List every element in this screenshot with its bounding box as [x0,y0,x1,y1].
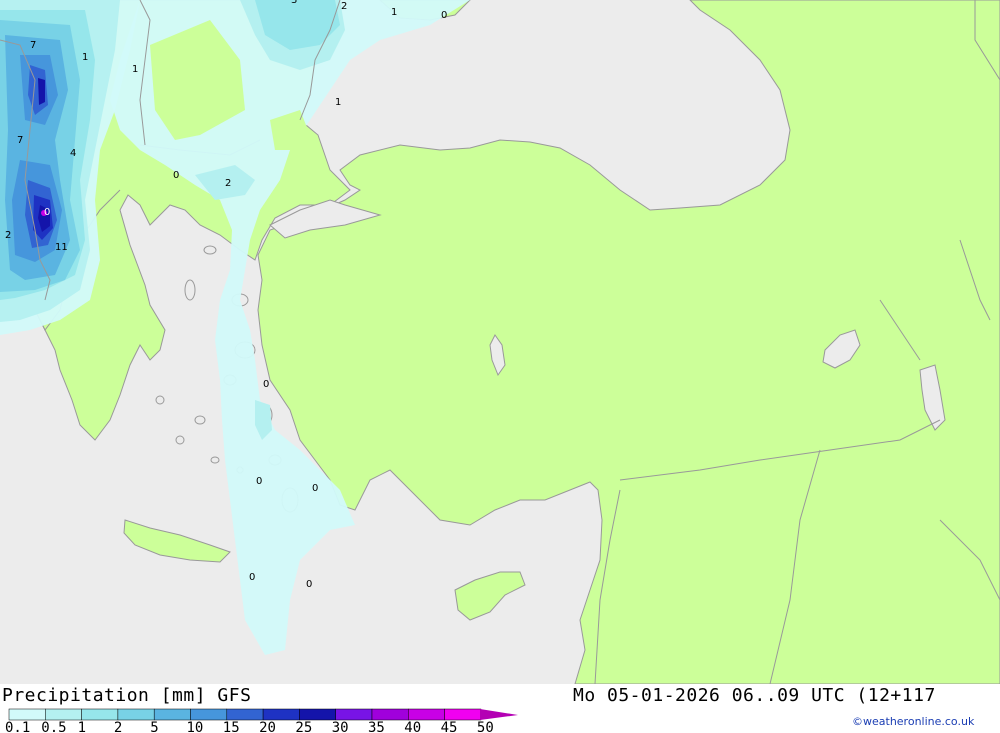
map-label: 1 [391,7,397,18]
map-label: 0 [306,579,312,590]
legend-label: 20 [259,720,276,733]
map-label: 2 [5,230,11,241]
footer: Precipitation [mm] GFS Mo 05-01-2026 06.… [0,684,1000,733]
map-label: 4 [70,148,76,159]
legend-label: 35 [368,720,385,733]
map-canvas: 7 1 1 7 4 2 11 0 2 3 2 1 0 1 0 0 0 0 0 0 [0,0,1000,685]
map-label: 1 [132,64,138,75]
legend-labels: 0.1 0.5 1 2 5 10 15 20 25 30 35 40 45 50 [5,720,494,733]
legend-swatch [8,708,46,721]
legend-label: 1 [78,720,86,733]
legend-swatch [45,708,82,721]
legend-label: 50 [477,720,494,733]
map-title: Precipitation [mm] GFS [2,685,252,706]
precipitation-legend: 0.1 0.5 1 2 5 10 15 20 25 30 35 40 45 50 [5,708,518,733]
map-label: 2 [341,1,347,12]
map-label: 7 [17,135,23,146]
map-label: 0 [44,207,50,218]
legend-label: 10 [187,720,204,733]
legend-arrow [480,709,518,720]
legend-swatch [371,708,409,721]
legend-swatches [8,708,482,721]
map-label: 11 [55,242,68,253]
legend-swatch [226,708,264,721]
legend-swatch [81,708,119,721]
legend-label: 40 [404,720,421,733]
legend-label: 0.5 [41,720,66,733]
map-label: 0 [441,10,447,21]
legend-swatch [408,708,445,721]
legend-swatch [117,708,155,721]
legend-label: 15 [223,720,240,733]
legend-swatch [444,708,482,721]
map-label: 0 [256,476,262,487]
legend-swatch [190,708,228,721]
map-label: 3 [291,0,297,6]
map-label: 2 [225,178,231,189]
legend-label: 45 [441,720,458,733]
legend-swatch [299,708,336,721]
map-label: 1 [82,52,88,63]
legend-swatch [153,708,191,721]
credit-link[interactable]: ©weatheronline.co.uk [852,715,974,728]
legend-label: 5 [150,720,158,733]
legend-label: 2 [114,720,122,733]
legend-label: 25 [295,720,312,733]
map-label: 1 [335,97,341,108]
map-label: 7 [30,40,36,51]
map-label: 0 [312,483,318,494]
legend-label: 0.1 [5,720,30,733]
map-label: 0 [173,170,179,181]
map-label: 0 [263,379,269,390]
legend-label: 30 [332,720,349,733]
legend-swatch [262,708,300,721]
forecast-datetime: Mo 05-01-2026 06..09 UTC (12+117 [573,685,936,706]
legend-swatch [335,708,373,721]
map-label: 0 [249,572,255,583]
precipitation-map: 7 1 1 7 4 2 11 0 2 3 2 1 0 1 0 0 0 0 0 0 [0,0,1000,685]
